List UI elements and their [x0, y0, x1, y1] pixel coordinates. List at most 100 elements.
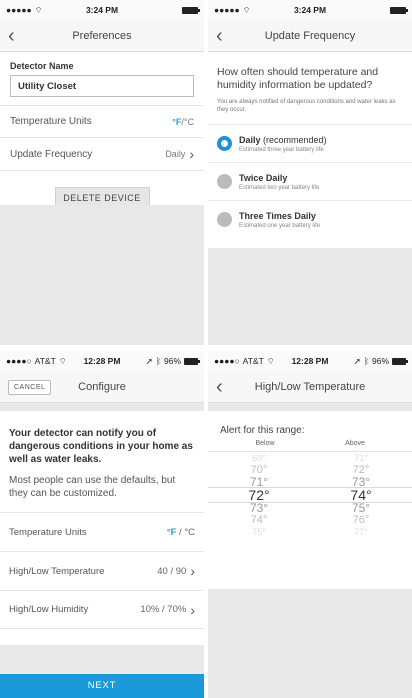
temperature-picker[interactable]: 69° 70° 71° 72° 73° 74° 75° 71° 72° 73° … [208, 451, 412, 538]
battery-icon [392, 357, 408, 365]
battery-percent: 96% [163, 356, 181, 366]
empty-area [0, 645, 204, 674]
radio-selected-icon[interactable] [217, 136, 232, 151]
above-option[interactable]: 76° [353, 514, 370, 526]
back-chevron-icon[interactable]: ‹ [216, 377, 223, 397]
wifi-icon: ⌔ [266, 355, 275, 366]
battery-icon [390, 6, 408, 14]
chevron-right-icon: › [190, 563, 195, 579]
below-column-label: Below [255, 440, 275, 447]
nav-bar: CANCEL Configure [0, 371, 204, 403]
unit-c[interactable]: / °C [176, 527, 195, 538]
detector-name-input[interactable]: Utility Closet [10, 75, 194, 97]
update-frequency-screen: ●●●●● ⌔ 3:24 PM ‹ Update Frequency How of… [208, 0, 412, 345]
status-bar: ●●●●○ AT&T ⌔ 12:28 PM ➚ ᛒ 96% [208, 351, 412, 371]
next-button[interactable]: NEXT [0, 674, 204, 698]
update-frequency-label: Update Frequency [10, 148, 93, 160]
temperature-units-toggle[interactable]: °F / °C [167, 527, 195, 538]
wifi-icon: ⌔ [242, 4, 251, 15]
option-sub: Estimated three year battery life [239, 146, 324, 153]
temperature-units-row: Temperature Units °F / °C [0, 512, 204, 551]
above-selected-option[interactable]: 74° [350, 488, 371, 502]
nav-bar: ‹ High/Low Temperature [208, 371, 412, 403]
high-low-humidity-row[interactable]: High/Low Humidity 10% / 70% › [0, 590, 204, 629]
option-sub: Estimated two year battery life [239, 184, 320, 191]
preferences-screen: ●●●●● ⌔ 3:24 PM ‹ Preferences Detector Na… [0, 0, 204, 345]
option-name: Three Times Daily [239, 210, 316, 221]
below-option[interactable]: 73° [250, 502, 268, 514]
bluetooth-icon: ᛒ [363, 356, 369, 366]
alert-range-label: Alert for this range: [220, 425, 305, 436]
high-low-humidity-value: 10% / 70% [140, 604, 187, 615]
nav-bar: ‹ Update Frequency [208, 20, 412, 52]
empty-area [0, 205, 204, 345]
high-low-temperature-value: 40 / 90 [157, 565, 187, 577]
page-title: Preferences [72, 29, 132, 42]
page-title: Update Frequency [264, 29, 356, 42]
temperature-units-label: Temperature Units [10, 116, 92, 127]
battery-icon [182, 6, 200, 14]
location-icon: ➚ [353, 355, 361, 366]
frequency-note: You are always notified of dangerous con… [217, 99, 396, 113]
above-option[interactable]: 71° [354, 452, 368, 464]
frequency-question: How often should temperature and humidit… [217, 66, 379, 91]
chevron-right-icon: › [189, 146, 194, 162]
chevron-right-icon: › [190, 601, 195, 618]
radio-unselected-icon[interactable] [217, 212, 232, 227]
signal-dots: ●●●●○ [214, 356, 240, 366]
cancel-button[interactable]: CANCEL [8, 380, 52, 395]
separator [0, 403, 204, 411]
detector-name-label: Detector Name [10, 61, 74, 71]
option-name: Daily [239, 134, 261, 145]
option-daily[interactable]: Daily (recommended) Estimated three year… [208, 124, 412, 162]
high-low-temperature-label: High/Low Temperature [9, 565, 105, 577]
update-frequency-value: Daily [165, 149, 186, 159]
carrier-name: AT&T [242, 356, 264, 366]
option-twice-daily[interactable]: Twice Daily Estimated two year battery l… [208, 162, 412, 200]
nav-bar: ‹ Preferences [0, 20, 204, 52]
battery-percent: 96% [371, 356, 389, 366]
status-bar: ●●●●○ AT&T ⌔ 12:28 PM ➚ ᛒ 96% [0, 351, 204, 371]
status-bar: ●●●●● ⌔ 3:24 PM [208, 0, 412, 20]
signal-dots: ●●●●● [214, 5, 240, 15]
option-three-times-daily[interactable]: Three Times Daily Estimated one year bat… [208, 200, 412, 238]
above-option[interactable]: 77° [354, 526, 368, 538]
high-low-humidity-label: High/Low Humidity [9, 604, 89, 615]
radio-unselected-icon[interactable] [217, 174, 232, 189]
empty-area [208, 589, 412, 698]
signal-dots: ●●●●○ [6, 356, 32, 366]
separator [208, 403, 412, 411]
option-name: Twice Daily [239, 172, 288, 183]
high-low-temperature-screen: ●●●●○ AT&T ⌔ 12:28 PM ➚ ᛒ 96% ‹ High/Low Tem… [208, 351, 412, 698]
status-bar: ●●●●● ⌔ 3:24 PM [0, 0, 204, 20]
option-sub: Estimated one year battery life [239, 222, 321, 229]
page-title: High/Low Temperature [254, 380, 366, 393]
unit-f[interactable]: °F [167, 527, 177, 538]
update-frequency-row[interactable]: Update Frequency Daily › [0, 138, 204, 171]
battery-icon [184, 357, 200, 365]
high-low-temperature-row[interactable]: High/Low Temperature 40 / 90 › [0, 551, 204, 590]
intro-bold: Your detector can notify you of dangerou… [9, 428, 193, 465]
temperature-units-label: Temperature Units [9, 526, 87, 538]
intro-text: Most people can use the defaults, but th… [9, 475, 176, 499]
signal-dots: ●●●●● [6, 5, 32, 15]
below-picker-column[interactable]: 69° 70° 71° 72° 73° 74° 75° [208, 452, 310, 538]
empty-area [208, 248, 412, 345]
wifi-icon: ⌔ [34, 4, 43, 15]
below-option[interactable]: 69° [252, 452, 266, 464]
location-icon: ➚ [145, 355, 153, 366]
configure-screen: ●●●●○ AT&T ⌔ 12:28 PM ➚ ᛒ 96% CANCEL Configu… [0, 351, 204, 698]
option-extra: (recommended) [263, 134, 327, 145]
bluetooth-icon: ᛒ [155, 356, 161, 366]
temperature-units-toggle[interactable]: °F/°C [172, 117, 194, 127]
back-chevron-icon[interactable]: ‹ [8, 26, 15, 46]
unit-c[interactable]: /°C [181, 117, 194, 127]
temperature-units-row: Temperature Units °F/°C [0, 105, 204, 138]
back-chevron-icon[interactable]: ‹ [216, 26, 223, 46]
above-option[interactable]: 75° [352, 502, 370, 514]
below-option[interactable]: 75° [252, 526, 266, 538]
delete-device-button[interactable]: DELETE DEVICE [54, 187, 150, 207]
below-selected-option[interactable]: 72° [248, 488, 269, 502]
above-picker-column[interactable]: 71° 72° 73° 74° 75° 76° 77° [310, 452, 412, 538]
below-option[interactable]: 74° [251, 514, 268, 526]
